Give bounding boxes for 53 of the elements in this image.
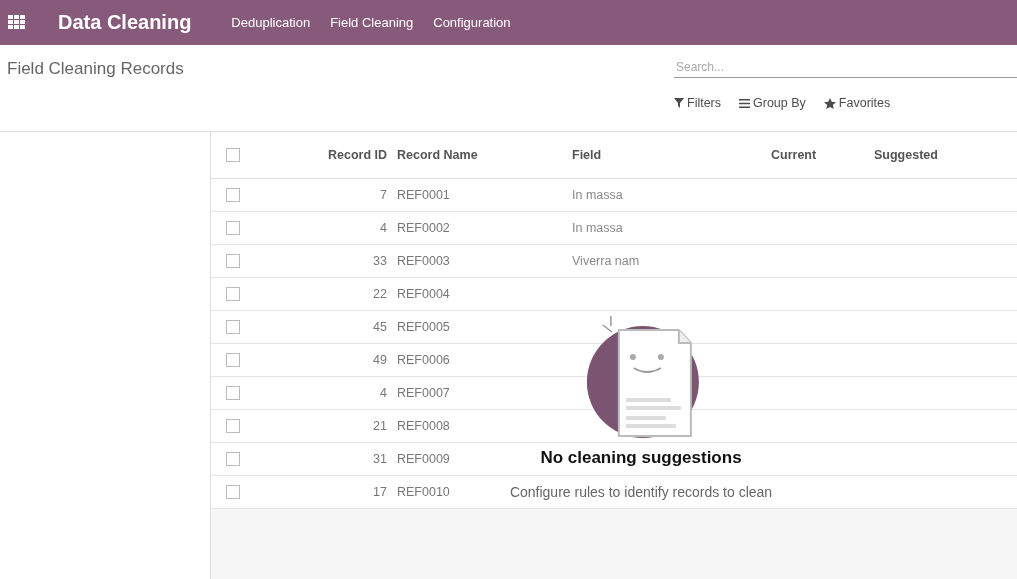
app-title: Data Cleaning	[58, 11, 192, 34]
checkbox[interactable]	[226, 419, 240, 433]
column-header[interactable]: Suggested	[874, 148, 938, 162]
checkbox[interactable]	[226, 485, 240, 499]
menu-item[interactable]: Configuration	[433, 15, 511, 30]
table-cell: 22	[373, 287, 387, 301]
table-cell: In massa	[572, 188, 623, 202]
checkbox[interactable]	[226, 353, 240, 367]
table-cell: REF0007	[397, 386, 450, 400]
filters-button[interactable]: Filters	[674, 96, 722, 110]
checkbox[interactable]	[226, 386, 240, 400]
table-cell: 31	[373, 452, 387, 466]
menu-item[interactable]: Deduplication	[231, 15, 311, 30]
menu-item[interactable]: Field Cleaning	[330, 15, 414, 30]
checkbox[interactable]	[226, 287, 240, 301]
column-header[interactable]: Field	[572, 148, 602, 162]
checkbox[interactable]	[226, 320, 240, 334]
checkbox[interactable]	[226, 188, 240, 202]
table-cell: 33	[373, 254, 387, 268]
table-cell: Viverra nam	[572, 254, 640, 268]
table-cell: REF0008	[397, 419, 450, 433]
checkbox[interactable]	[226, 254, 240, 268]
table-cell: REF0006	[397, 353, 450, 367]
apps-grid-icon[interactable]	[8, 15, 25, 30]
star-icon	[823, 97, 836, 109]
table-cell: REF0005	[397, 320, 450, 334]
filter-icon	[674, 98, 684, 108]
table-cell: REF0001	[397, 188, 450, 202]
table-cell: 17	[373, 485, 387, 499]
group-by-button[interactable]: Group By	[739, 96, 806, 110]
table-cell: 49	[373, 353, 387, 367]
checkbox[interactable]	[226, 148, 240, 162]
empty-state-title: No cleaning suggestions	[540, 448, 742, 468]
table-cell: REF0002	[397, 221, 450, 235]
checkbox[interactable]	[226, 221, 240, 235]
favorites-button[interactable]: Favorites	[823, 96, 891, 110]
table-cell: 4	[380, 221, 387, 235]
menu-icon	[739, 98, 751, 108]
table-cell: REF0009	[397, 452, 450, 466]
table-cell: REF0004	[397, 287, 450, 301]
table-cell: REF0003	[397, 254, 450, 268]
column-header[interactable]: Record Name	[397, 148, 478, 162]
column-header[interactable]: Record ID	[327, 148, 387, 162]
checkbox[interactable]	[226, 452, 240, 466]
table-cell: 4	[380, 386, 387, 400]
table-cell: 21	[373, 419, 387, 433]
column-header[interactable]: Current	[771, 148, 817, 162]
table-cell: 7	[380, 188, 387, 202]
breadcrumb: Field Cleaning Records	[7, 59, 184, 80]
empty-state-message: Configure rules to identify records to clean	[509, 484, 773, 500]
table-cell: 45	[373, 320, 387, 334]
table-cell: REF0010	[397, 485, 450, 499]
table-cell: In massa	[572, 221, 623, 235]
